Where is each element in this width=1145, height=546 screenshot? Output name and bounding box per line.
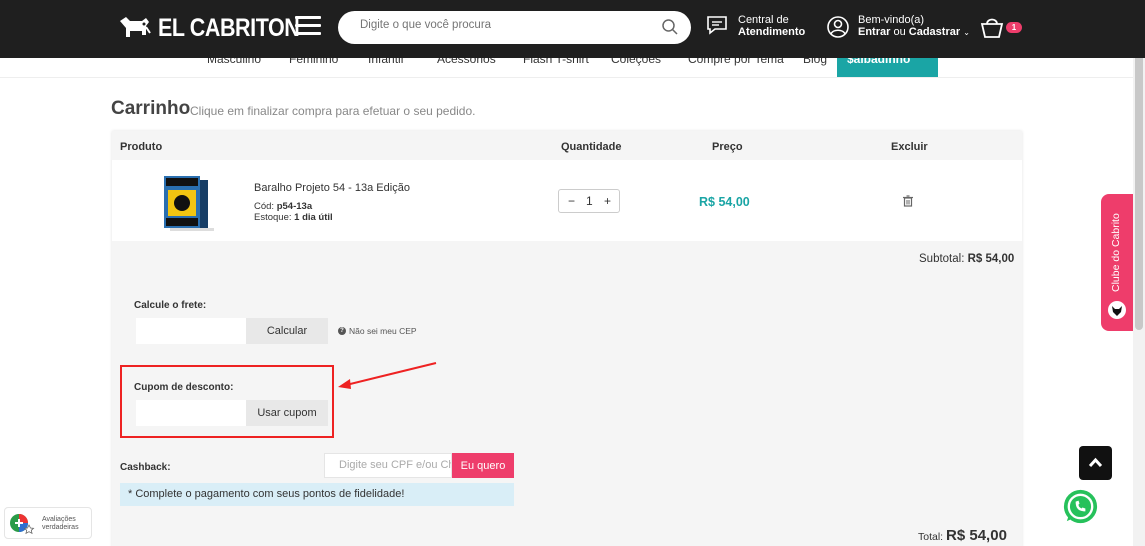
support-line2: Atendimento	[738, 26, 806, 38]
shipping-label: Calcule o frete:	[134, 300, 207, 311]
menu-bar	[295, 16, 321, 19]
menu-bar	[295, 32, 321, 35]
product-stock-label: Estoque:	[254, 212, 292, 223]
menu-bar	[295, 24, 321, 27]
nav-item-active[interactable]: $albadinho	[837, 58, 938, 77]
chat-icon	[707, 16, 727, 35]
search-icon[interactable]	[661, 18, 679, 36]
nav-item-acessorios[interactable]: Acessórios	[437, 58, 496, 66]
cart-panel: Produto Quantidade Preço Excluir Baralho…	[112, 131, 1022, 546]
page-subtitle: Clique em finalizar compra para efetuar …	[190, 104, 476, 118]
help-icon: ?	[338, 327, 346, 335]
trash-icon[interactable]	[902, 195, 914, 207]
reviews-line1: Avaliações	[42, 516, 76, 523]
login-link[interactable]: Entrar	[858, 26, 890, 38]
cep-help-text: Não sei meu CEP	[349, 326, 417, 336]
subtotal-label: Subtotal:	[919, 253, 965, 265]
back-to-top-button[interactable]	[1079, 446, 1112, 480]
decrease-button[interactable]: −	[568, 194, 575, 208]
nav-item-infantil[interactable]: Infantil	[368, 58, 403, 66]
menu-button[interactable]	[295, 16, 321, 38]
cep-help-link[interactable]: ? Não sei meu CEP	[338, 326, 417, 336]
whatsapp-icon[interactable]	[1061, 487, 1100, 526]
search-input[interactable]	[360, 19, 650, 31]
quantity-value: 1	[586, 194, 593, 208]
account-menu[interactable]: Bem-vindo(a) Entrar ou Cadastrar ⌄	[826, 14, 970, 39]
coupon-input[interactable]	[136, 400, 246, 426]
nav-item-blog[interactable]: Blog	[803, 58, 827, 66]
goat-icon	[1108, 301, 1126, 319]
brand-name: EL CABRITON	[158, 13, 300, 42]
order-total: Total: R$ 54,00	[918, 527, 1007, 544]
col-price: Preço	[712, 141, 743, 153]
total-label: Total:	[918, 531, 944, 543]
clube-label: Clube do Cabrito	[1110, 213, 1122, 292]
reviews-line2: verdadeiras	[42, 524, 79, 531]
user-icon	[827, 15, 849, 38]
cart-icon[interactable]	[979, 15, 1005, 39]
cashback-info: * Complete o pagamento com seus pontos d…	[120, 483, 514, 506]
product-code: p54-13a	[276, 201, 313, 212]
table-row: Baralho Projeto 54 - 13a Edição Cód: p54…	[112, 160, 1022, 241]
cart-table-header: Produto Quantidade Preço Excluir	[112, 131, 1022, 160]
account-greeting: Bem-vindo(a)	[858, 14, 925, 26]
scrollbar-thumb[interactable]	[1135, 30, 1143, 330]
col-product: Produto	[120, 141, 163, 153]
increase-button[interactable]: +	[604, 194, 611, 208]
page-title: Carrinho	[111, 98, 191, 119]
goat-logo-icon	[120, 17, 151, 37]
account-or: ou	[893, 26, 906, 38]
product-image[interactable]	[160, 172, 214, 232]
subtotal-value: R$ 54,00	[967, 253, 1015, 265]
chevron-up-icon	[1088, 457, 1103, 468]
coupon-label: Cupom de desconto:	[134, 382, 234, 393]
product-name[interactable]: Baralho Projeto 54 - 13a Edição	[254, 182, 410, 194]
reviews-badge[interactable]: Avaliações verdadeiras	[4, 507, 92, 539]
cart-count-badge: 1	[1006, 22, 1022, 33]
cep-input[interactable]	[136, 318, 246, 344]
annotation-arrow	[338, 362, 437, 389]
reviews-icon	[10, 514, 35, 535]
search-box	[338, 11, 691, 44]
col-quantity: Quantidade	[561, 141, 622, 153]
scrollbar[interactable]	[1133, 0, 1145, 546]
nav-active-label: $albadinho	[847, 58, 911, 66]
top-header: EL CABRITON Central de Atendimento	[0, 0, 1145, 58]
apply-coupon-button[interactable]: Usar cupom	[246, 400, 328, 426]
cpf-input[interactable]: Digite seu CPF e/ou Ch	[324, 453, 452, 478]
nav-item-feminino[interactable]: Feminino	[289, 58, 338, 66]
clube-tab[interactable]: Clube do Cabrito	[1101, 194, 1133, 331]
category-nav: Masculino Feminino Infantil Acessórios F…	[0, 58, 1145, 78]
support-line1: Central de	[738, 14, 789, 26]
brand-logo[interactable]: EL CABRITON	[116, 10, 322, 46]
chevron-down-icon: ⌄	[963, 28, 970, 37]
col-remove: Excluir	[891, 141, 928, 153]
nav-item-masculino[interactable]: Masculino	[207, 58, 261, 66]
nav-item-flash-tshirt[interactable]: Flash T-shirt	[523, 58, 589, 66]
register-link[interactable]: Cadastrar	[909, 26, 960, 38]
cashback-label: Cashback:	[120, 462, 171, 473]
product-stock: 1 dia útil	[294, 212, 333, 223]
quantity-stepper: − 1 +	[558, 189, 620, 213]
product-meta: Cód: p54-13a Estoque: 1 dia útil	[254, 201, 333, 223]
product-code-label: Cód:	[254, 201, 275, 212]
subtotal: Subtotal: R$ 54,00	[919, 253, 1014, 265]
support-link[interactable]: Central de Atendimento	[706, 14, 805, 38]
calculate-shipping-button[interactable]: Calcular	[246, 318, 328, 344]
total-value: R$ 54,00	[946, 527, 1007, 544]
nav-item-compre-por-tema[interactable]: Compre por Tema	[688, 58, 784, 66]
nav-item-colecoes[interactable]: Coleções	[611, 58, 661, 66]
cashback-button[interactable]: Eu quero	[452, 453, 514, 478]
product-price: R$ 54,00	[699, 195, 750, 209]
